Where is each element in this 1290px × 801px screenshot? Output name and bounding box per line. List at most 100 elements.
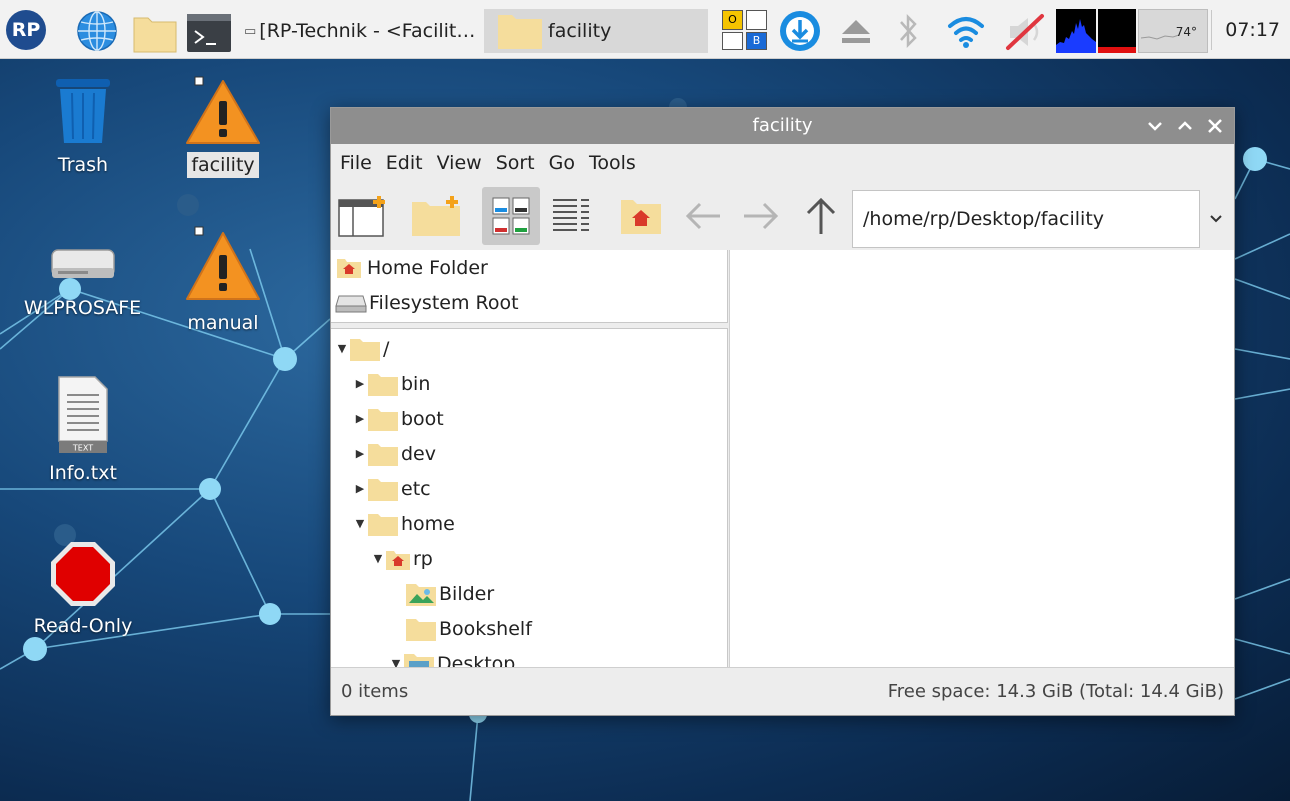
list-view-button[interactable] [542,187,600,245]
desktop-item-wlprosafe[interactable]: WLPROSAFE [15,240,150,321]
desktop-item-manual[interactable]: manual [170,225,276,336]
terminal-icon[interactable] [186,13,232,53]
icon-view-button[interactable] [482,187,540,245]
task-label: facility [548,20,612,42]
clock[interactable]: 07:17 [1225,10,1280,50]
home-folder-icon [385,546,411,572]
tree-node-boot[interactable]: ▶ boot [353,401,444,436]
wifi-icon[interactable] [946,14,986,50]
tree-node-home[interactable]: ▼ home [353,506,455,541]
desktop-item-label: Trash [57,154,109,176]
forward-arrow-icon [744,202,779,230]
trash-icon [56,79,110,143]
cpu-monitor-graph[interactable] [1056,9,1096,53]
menu-file[interactable]: File [340,152,372,174]
warning-icon [186,226,260,300]
window-titlebar[interactable]: facility [331,108,1234,144]
temperature-graph [1140,34,1180,40]
memory-monitor-graph[interactable] [1098,9,1136,53]
address-dropdown-button[interactable] [1200,190,1232,248]
rp-menu-logo[interactable]: RP [6,10,46,50]
tree-node-bookshelf[interactable]: Bookshelf [405,611,532,646]
folder-icon [367,476,399,502]
folder-icon [349,336,381,362]
free-space-info: Free space: 14.3 GiB (Total: 14.4 GiB) [887,681,1224,702]
window-content: Home Folder Filesystem Root ▼ / ▶ bin ▶ … [331,250,1234,667]
minimize-icon[interactable] [1144,116,1166,136]
new-folder-button[interactable] [408,187,466,245]
file-manager-window: facility File Edit View Sort Go Tools /h… [330,107,1235,716]
window-icon: ▭ [244,23,257,39]
indicator-empty [722,32,743,50]
desktop-item-trash[interactable]: Trash [30,75,136,178]
place-label: Filesystem Root [369,291,519,314]
tree-label: Bilder [439,582,495,605]
folder-icon [405,616,437,642]
expander-open-icon[interactable]: ▼ [353,517,367,530]
expander-open-icon[interactable]: ▼ [335,342,349,355]
expander-open-icon[interactable]: ▼ [371,552,385,565]
maximize-icon[interactable] [1174,116,1196,136]
tree-node-dev[interactable]: ▶ dev [353,436,436,471]
tree-node-etc[interactable]: ▶ etc [353,471,431,506]
menu-tools[interactable]: Tools [589,152,636,174]
back-button[interactable] [675,187,733,245]
file-manager-icon[interactable] [132,12,178,54]
close-icon[interactable] [1204,116,1226,136]
expander-closed-icon[interactable]: ▶ [353,482,367,495]
file-list-pane[interactable] [729,250,1234,667]
place-filesystem-root[interactable]: Filesystem Root [331,285,727,320]
tree-label: etc [401,477,431,500]
expander-closed-icon[interactable]: ▶ [353,412,367,425]
temperature-monitor[interactable]: 74° [1138,9,1208,53]
pictures-folder-icon [405,581,437,607]
tree-label: home [401,512,455,535]
menu-go[interactable]: Go [549,152,575,174]
task-button-facility[interactable]: facility [484,9,708,53]
desktop-item-info-txt[interactable]: TEXT Info.txt [30,375,136,486]
tree-node-rp[interactable]: ▼ rp [371,541,433,576]
tree-node-root[interactable]: ▼ / [335,331,389,366]
keyboard-indicator[interactable]: O B [722,10,770,50]
place-label: Home Folder [367,256,488,279]
expander-closed-icon[interactable]: ▶ [353,377,367,390]
new-window-icon [338,196,385,237]
list-view-icon [553,199,589,231]
volume-muted-icon[interactable] [1004,12,1048,52]
menu-edit[interactable]: Edit [386,152,423,174]
place-home-folder[interactable]: Home Folder [331,250,727,285]
desktop-item-facility[interactable]: facility [170,75,276,178]
folder-icon [367,511,399,537]
text-badge: TEXT [72,444,93,453]
home-folder-icon [337,258,361,278]
tree-node-bin[interactable]: ▶ bin [353,366,430,401]
menu-sort[interactable]: Sort [496,152,535,174]
address-bar[interactable]: /home/rp/Desktop/facility [852,190,1200,248]
expander-closed-icon[interactable]: ▶ [353,447,367,460]
desktop-item-read-only[interactable]: Read-Only [20,540,146,639]
expander-open-icon[interactable]: ▼ [389,657,403,667]
warning-icon [186,76,260,144]
menu-view[interactable]: View [437,152,482,174]
download-icon[interactable] [778,9,822,53]
forward-button[interactable] [731,187,789,245]
tree-node-desktop[interactable]: ▼ Desktop [389,646,515,667]
up-button[interactable] [792,187,850,245]
globe-icon[interactable] [76,10,118,52]
home-button[interactable] [612,187,670,245]
window-title: facility [752,115,813,136]
bluetooth-icon[interactable] [896,12,920,50]
folder-icon [367,441,399,467]
eject-icon[interactable] [840,18,872,44]
desktop-item-label: manual [187,312,259,334]
new-folder-icon [412,196,460,236]
task-button-rp-technik[interactable]: ▭ [RP-Technik - <Facilit… [244,9,482,53]
tree-label: dev [401,442,436,465]
tree-label: Desktop [437,652,516,668]
new-window-button[interactable] [334,187,392,245]
window-controls [1144,108,1226,144]
folder-icon [367,406,399,432]
taskbar: RP ▭ [RP-Technik - <Facilit… facility O … [0,0,1290,59]
tree-node-bilder[interactable]: Bilder [405,576,494,611]
tree-label: bin [401,372,431,395]
